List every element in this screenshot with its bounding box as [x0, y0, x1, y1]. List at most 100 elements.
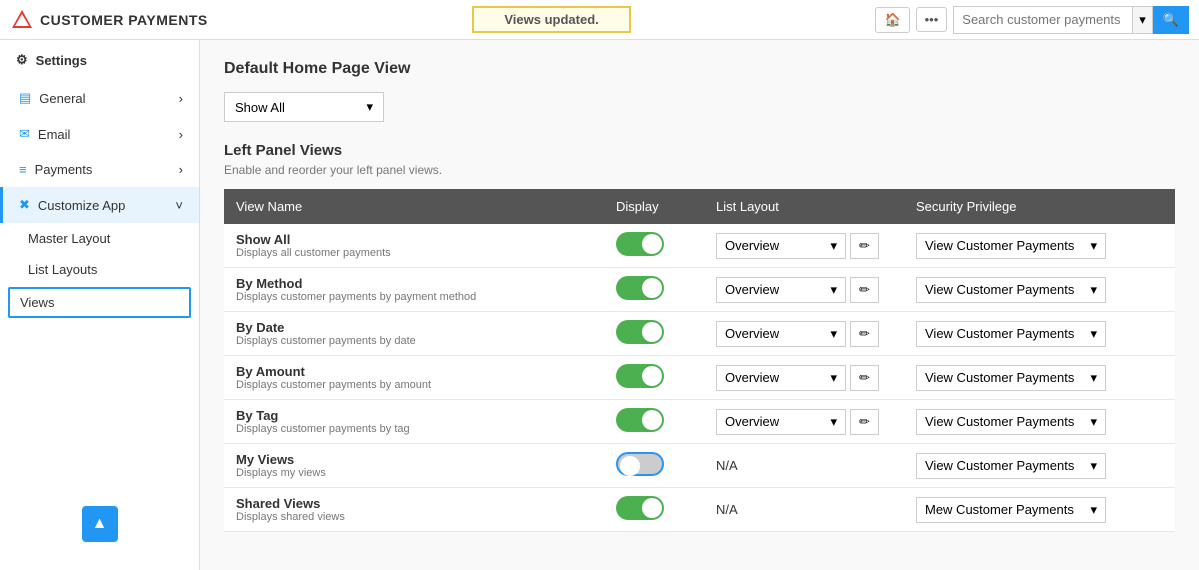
master-layout-label: Master Layout [28, 231, 110, 246]
table-row: By AmountDisplays customer payments by a… [224, 356, 1175, 400]
display-cell [604, 488, 704, 532]
email-icon: ✉ [19, 126, 30, 142]
privilege-value: View Customer Payments [925, 326, 1074, 341]
sidebar-general-label: General [39, 91, 85, 106]
display-cell [604, 356, 704, 400]
view-desc: Displays customer payments by date [236, 335, 592, 347]
table-row: Show AllDisplays all customer payments O… [224, 224, 1175, 268]
home-button[interactable]: 🏠 [875, 7, 909, 33]
layout-value: Overview [725, 238, 779, 253]
security-cell: Mew Customer Payments ▾ [904, 488, 1175, 532]
privilege-value: Mew Customer Payments [925, 502, 1074, 517]
col-display: Display [604, 189, 704, 224]
general-chevron-icon: › [179, 91, 183, 106]
view-desc: Displays all customer payments [236, 247, 592, 259]
toggle-knob [620, 456, 640, 476]
edit-layout-button[interactable]: ✏ [850, 277, 879, 303]
email-chevron-icon: › [179, 127, 183, 142]
layout-value: Overview [725, 282, 779, 297]
display-toggle[interactable] [616, 320, 664, 344]
list-layout-dropdown[interactable]: Overview ▾ [716, 321, 846, 347]
table-row: By DateDisplays customer payments by dat… [224, 312, 1175, 356]
list-layout-cell: Overview ▾ ✏ [704, 224, 904, 268]
col-security: Security Privilege [904, 189, 1175, 224]
customize-chevron-icon: ˅ [175, 198, 183, 213]
edit-layout-button[interactable]: ✏ [850, 233, 879, 259]
sidebar-item-email-left: ✉ Email [19, 126, 70, 142]
list-layout-dropdown[interactable]: Overview ▾ [716, 409, 846, 435]
privilege-chevron-icon: ▾ [1090, 370, 1097, 386]
more-button[interactable]: ••• [916, 7, 948, 32]
default-view-value: Show All [235, 100, 285, 115]
sidebar-item-customize[interactable]: ✖ Customize App ˅ [0, 187, 199, 223]
display-toggle[interactable] [616, 232, 664, 256]
security-dropdown[interactable]: Mew Customer Payments ▾ [916, 497, 1106, 523]
sidebar-sub-views[interactable]: Views [8, 287, 191, 318]
sidebar-item-payments-left: ≡ Payments [19, 162, 92, 177]
security-dropdown[interactable]: View Customer Payments ▾ [916, 365, 1106, 391]
toggle-knob [642, 322, 662, 342]
scroll-up-button[interactable]: ▲ [82, 506, 118, 542]
list-layout-dropdown[interactable]: Overview ▾ [716, 365, 846, 391]
sidebar-item-general[interactable]: ▤ General › [0, 80, 199, 116]
view-name: By Amount [236, 364, 592, 379]
display-cell [604, 268, 704, 312]
security-dropdown[interactable]: View Customer Payments ▾ [916, 277, 1106, 303]
privilege-value: View Customer Payments [925, 238, 1074, 253]
list-layout-dropdown[interactable]: Overview ▾ [716, 277, 846, 303]
security-dropdown[interactable]: View Customer Payments ▾ [916, 453, 1106, 479]
display-toggle[interactable] [616, 496, 664, 520]
sidebar-sub-master-layout[interactable]: Master Layout [0, 223, 199, 254]
view-name: Shared Views [236, 496, 592, 511]
search-input[interactable] [953, 6, 1133, 34]
payments-chevron-icon: › [179, 162, 183, 177]
settings-header: ⚙ Settings [0, 40, 199, 80]
security-dropdown[interactable]: View Customer Payments ▾ [916, 233, 1106, 259]
col-view-name: View Name [224, 189, 604, 224]
security-dropdown[interactable]: View Customer Payments ▾ [916, 321, 1106, 347]
general-icon: ▤ [19, 90, 31, 106]
sidebar-customize-label: Customize App [38, 198, 125, 213]
edit-layout-button[interactable]: ✏ [850, 409, 879, 435]
view-name-cell: Show AllDisplays all customer payments [224, 224, 604, 268]
search-dropdown-button[interactable]: ▾ [1133, 6, 1153, 34]
table-row: My ViewsDisplays my viewsN/A View Custom… [224, 444, 1175, 488]
layout-chevron-icon: ▾ [830, 370, 837, 386]
display-toggle[interactable] [616, 408, 664, 432]
privilege-value: View Customer Payments [925, 414, 1074, 429]
default-view-dropdown[interactable]: Show All ▾ [224, 92, 384, 122]
layout-value: Overview [725, 414, 779, 429]
app-header: CUSTOMER PAYMENTS Views updated. 🏠 ••• ▾… [0, 0, 1199, 40]
security-cell: View Customer Payments ▾ [904, 444, 1175, 488]
list-layout-dropdown[interactable]: Overview ▾ [716, 233, 846, 259]
security-cell: View Customer Payments ▾ [904, 268, 1175, 312]
view-name-cell: By DateDisplays customer payments by dat… [224, 312, 604, 356]
search-submit-button[interactable]: 🔍 [1153, 6, 1189, 34]
sidebar-sub-list-layouts[interactable]: List Layouts [0, 254, 199, 285]
views-label: Views [20, 295, 54, 310]
toggle-knob [642, 234, 662, 254]
privilege-chevron-icon: ▾ [1090, 502, 1097, 518]
display-toggle[interactable] [616, 276, 664, 300]
header-center: Views updated. [228, 6, 876, 33]
edit-layout-button[interactable]: ✏ [850, 321, 879, 347]
security-cell: View Customer Payments ▾ [904, 400, 1175, 444]
security-dropdown[interactable]: View Customer Payments ▾ [916, 409, 1106, 435]
display-cell [604, 224, 704, 268]
layout-chevron-icon: ▾ [830, 414, 837, 430]
display-toggle[interactable] [616, 452, 664, 476]
na-label: N/A [716, 502, 738, 517]
privilege-chevron-icon: ▾ [1090, 282, 1097, 298]
layout-value: Overview [725, 326, 779, 341]
sidebar-item-payments[interactable]: ≡ Payments › [0, 152, 199, 187]
view-name: Show All [236, 232, 592, 247]
display-toggle[interactable] [616, 364, 664, 388]
privilege-value: View Customer Payments [925, 282, 1074, 297]
edit-layout-button[interactable]: ✏ [850, 365, 879, 391]
toggle-knob [642, 366, 662, 386]
sidebar-payments-label: Payments [35, 162, 93, 177]
list-layout-cell: Overview ▾ ✏ [704, 356, 904, 400]
sidebar-item-email[interactable]: ✉ Email › [0, 116, 199, 152]
na-label: N/A [716, 458, 738, 473]
display-cell [604, 400, 704, 444]
